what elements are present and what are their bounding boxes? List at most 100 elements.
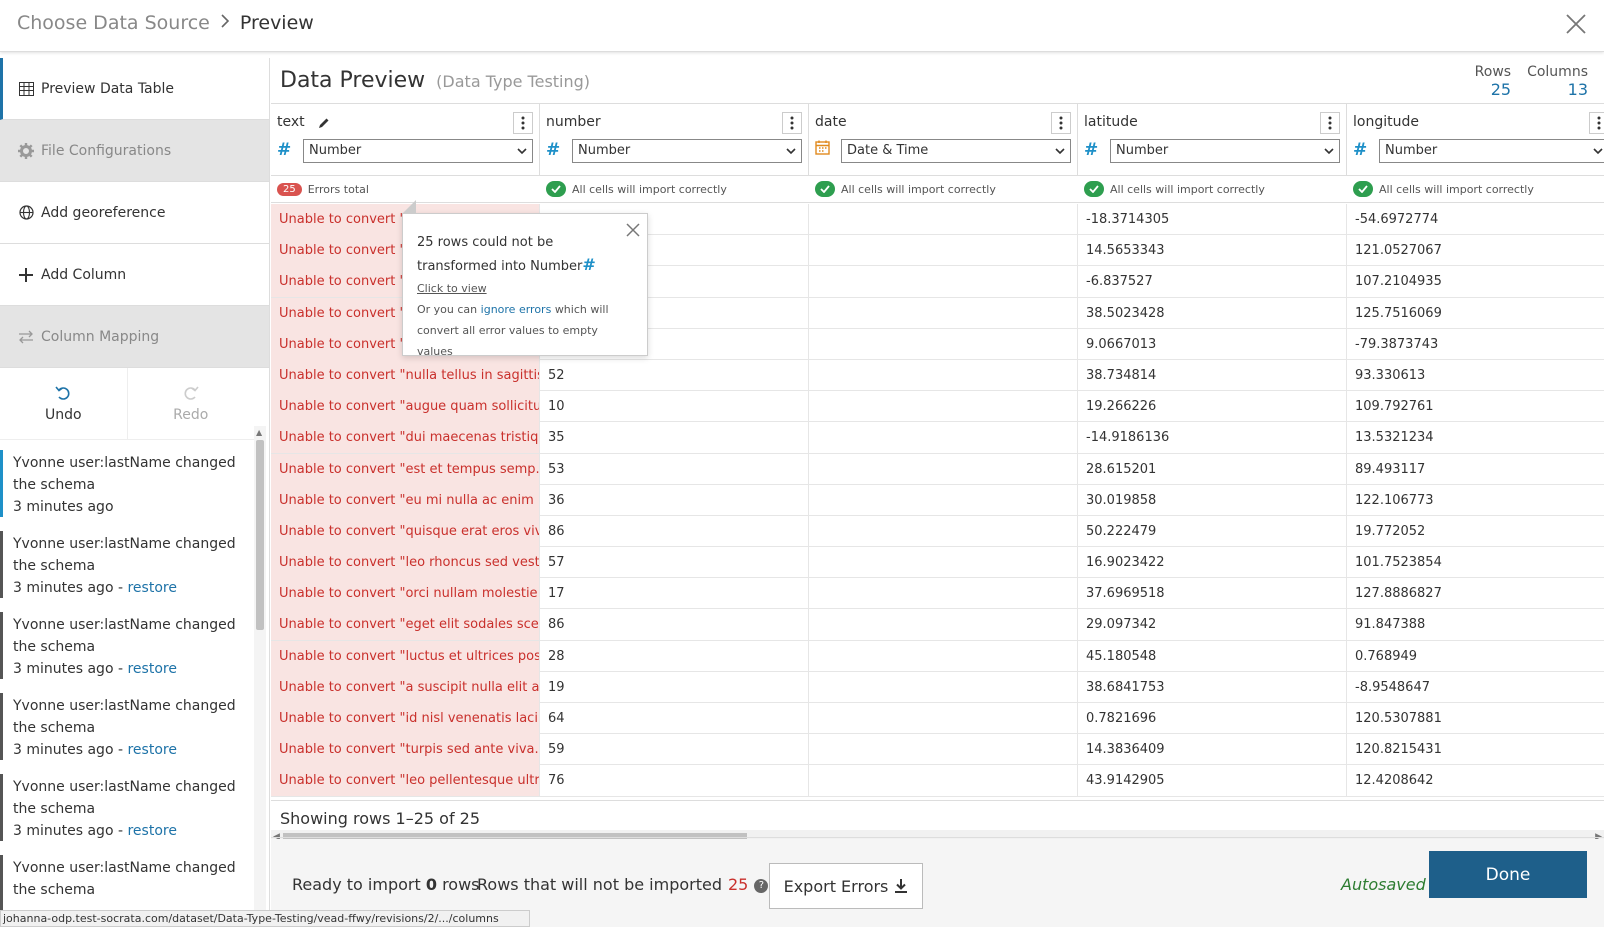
table-cell-number[interactable]: 86 xyxy=(540,515,809,547)
table-cell-date[interactable] xyxy=(809,515,1078,547)
column-menu-icon[interactable] xyxy=(782,112,802,134)
column-menu-icon[interactable] xyxy=(1589,112,1604,134)
table-cell-text[interactable]: Unable to convert "orci nullam molestie … xyxy=(271,578,540,610)
table-cell-latitude[interactable]: 38.734814 xyxy=(1078,359,1347,391)
table-cell-number[interactable]: 57 xyxy=(540,547,809,579)
table-cell-number[interactable]: 17 xyxy=(540,578,809,610)
table-cell-longitude[interactable]: 12.4208642 xyxy=(1347,765,1604,796)
table-cell-text[interactable]: Unable to convert "est et tempus semp... xyxy=(271,453,540,485)
click-to-view-link[interactable]: Click to view xyxy=(417,282,633,295)
table-cell-date[interactable] xyxy=(809,235,1078,267)
table-cell-latitude[interactable]: 38.5023428 xyxy=(1078,297,1347,329)
help-icon[interactable]: ? xyxy=(754,878,769,893)
table-cell-longitude[interactable]: 107.2104935 xyxy=(1347,266,1604,297)
table-cell-longitude[interactable]: -79.3873743 xyxy=(1347,329,1604,360)
column-type-select[interactable]: Number xyxy=(1379,139,1604,163)
table-cell-latitude[interactable]: 43.9142905 xyxy=(1078,765,1347,797)
close-icon[interactable] xyxy=(625,222,641,242)
table-cell-longitude[interactable]: 101.7523854 xyxy=(1347,547,1604,578)
table-cell-number[interactable]: 59 xyxy=(540,734,809,766)
table-cell-date[interactable] xyxy=(809,453,1078,485)
table-cell-number[interactable]: 19 xyxy=(540,671,809,703)
table-cell-latitude[interactable]: 9.0667013 xyxy=(1078,328,1347,360)
table-cell-longitude[interactable]: 122.106773 xyxy=(1347,485,1604,516)
restore-link[interactable]: restore xyxy=(127,580,176,596)
table-cell-latitude[interactable]: 28.615201 xyxy=(1078,453,1347,485)
table-cell-text[interactable]: Unable to convert "leo pellentesque ultr… xyxy=(271,765,540,797)
table-cell-number[interactable]: 10 xyxy=(540,391,809,423)
table-cell-latitude[interactable]: 50.222479 xyxy=(1078,515,1347,547)
scrollbar-thumb[interactable] xyxy=(256,440,264,630)
table-cell-number[interactable]: 86 xyxy=(540,609,809,641)
table-cell-number[interactable]: 64 xyxy=(540,703,809,734)
close-icon[interactable] xyxy=(1564,12,1588,36)
table-cell-text[interactable]: Unable to convert "eu mi nulla ac enim i… xyxy=(271,484,540,516)
table-cell-date[interactable] xyxy=(809,609,1078,641)
restore-link[interactable]: restore xyxy=(127,823,176,839)
table-cell-date[interactable] xyxy=(809,328,1078,360)
table-cell-date[interactable] xyxy=(809,578,1078,610)
table-cell-date[interactable] xyxy=(809,640,1078,672)
table-cell-text[interactable]: Unable to convert "augue quam sollicitu.… xyxy=(271,391,540,423)
column-menu-icon[interactable] xyxy=(1051,112,1071,134)
table-cell-date[interactable] xyxy=(809,391,1078,423)
table-cell-number[interactable]: 52 xyxy=(540,359,809,391)
table-cell-longitude[interactable]: 121.0527067 xyxy=(1347,235,1604,266)
column-status-text[interactable]: 25 Errors total xyxy=(271,175,540,203)
table-cell-latitude[interactable]: -6.837527 xyxy=(1078,266,1347,298)
table-cell-longitude[interactable]: 120.5307881 xyxy=(1347,703,1604,734)
table-cell-text[interactable]: Unable to convert "eget elit sodales sce… xyxy=(271,609,540,641)
table-cell-longitude[interactable]: 93.330613 xyxy=(1347,360,1604,391)
table-cell-latitude[interactable]: 37.6969518 xyxy=(1078,578,1347,610)
column-type-select[interactable]: Number xyxy=(303,139,533,163)
column-type-select[interactable]: Date & Time xyxy=(841,139,1071,163)
restore-link[interactable]: restore xyxy=(127,661,176,677)
table-cell-longitude[interactable]: 120.8215431 xyxy=(1347,734,1604,765)
table-cell-date[interactable] xyxy=(809,297,1078,329)
table-cell-longitude[interactable]: -54.6972774 xyxy=(1347,204,1604,235)
table-cell-longitude[interactable]: 89.493117 xyxy=(1347,454,1604,485)
table-cell-latitude[interactable]: 45.180548 xyxy=(1078,640,1347,672)
breadcrumb-parent[interactable]: Choose Data Source xyxy=(17,12,210,34)
table-cell-date[interactable] xyxy=(809,734,1078,766)
pencil-icon[interactable] xyxy=(317,115,330,134)
error-count-badge[interactable]: 25 xyxy=(277,182,302,196)
table-cell-date[interactable] xyxy=(809,266,1078,298)
column-name[interactable]: date xyxy=(815,114,847,130)
table-cell-latitude[interactable]: 16.9023422 xyxy=(1078,547,1347,579)
column-type-select[interactable]: Number xyxy=(572,139,802,163)
sidebar-item-add-column[interactable]: Add Column xyxy=(0,244,269,306)
table-cell-date[interactable] xyxy=(809,547,1078,579)
sidebar-item-add-georeference[interactable]: Add georeference xyxy=(0,182,269,244)
column-name[interactable]: longitude xyxy=(1353,114,1419,130)
table-cell-latitude[interactable]: -18.3714305 xyxy=(1078,204,1347,235)
table-cell-text[interactable]: Unable to convert "luctus et ultrices po… xyxy=(271,640,540,672)
table-cell-longitude[interactable]: 127.8886827 xyxy=(1347,578,1604,609)
table-cell-date[interactable] xyxy=(809,765,1078,797)
table-cell-latitude[interactable]: 38.6841753 xyxy=(1078,671,1347,703)
table-cell-date[interactable] xyxy=(809,671,1078,703)
table-cell-date[interactable] xyxy=(809,359,1078,391)
ignore-errors-link[interactable]: ignore errors xyxy=(481,303,552,316)
redo-button[interactable]: Redo xyxy=(126,368,255,439)
table-cell-number[interactable]: 28 xyxy=(540,640,809,672)
table-cell-text[interactable]: Unable to convert "turpis sed ante viva.… xyxy=(271,734,540,766)
column-type-select[interactable]: Number xyxy=(1110,139,1340,163)
table-cell-number[interactable]: 35 xyxy=(540,422,809,454)
table-cell-text[interactable]: Unable to convert "a suscipit nulla elit… xyxy=(271,671,540,703)
table-cell-latitude[interactable]: 29.097342 xyxy=(1078,609,1347,641)
table-cell-text[interactable]: Unable to convert "dui maecenas tristiq.… xyxy=(271,422,540,454)
table-cell-date[interactable] xyxy=(809,484,1078,516)
sidebar-item-file-configurations[interactable]: File Configurations xyxy=(0,120,269,182)
table-cell-number[interactable]: 53 xyxy=(540,453,809,485)
table-cell-number[interactable]: 36 xyxy=(540,484,809,516)
column-menu-icon[interactable] xyxy=(513,112,533,134)
table-cell-text[interactable]: Unable to convert "leo rhoncus sed vest.… xyxy=(271,547,540,579)
sidebar-item-column-mapping[interactable]: Column Mapping xyxy=(0,306,269,368)
table-cell-longitude[interactable]: 19.772052 xyxy=(1347,516,1604,547)
table-cell-longitude[interactable]: 91.847388 xyxy=(1347,609,1604,640)
column-name[interactable]: latitude xyxy=(1084,114,1138,130)
sidebar-item-preview-data-table[interactable]: Preview Data Table xyxy=(0,58,269,120)
table-cell-text[interactable]: Unable to convert "quisque erat eros viv… xyxy=(271,515,540,547)
table-cell-latitude[interactable]: 30.019858 xyxy=(1078,484,1347,516)
